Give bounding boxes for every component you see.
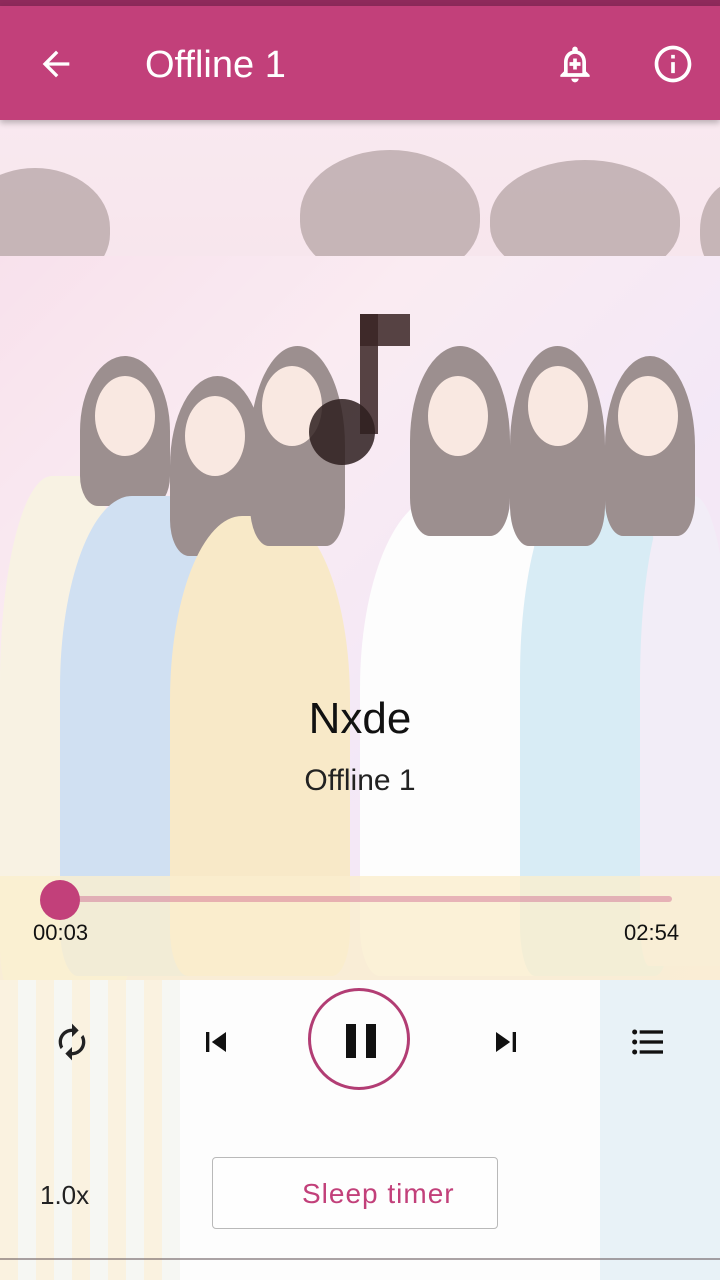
sleep-timer-label: Sleep timer xyxy=(302,1178,455,1209)
info-icon[interactable] xyxy=(651,42,695,86)
arrow-back-icon[interactable] xyxy=(36,44,76,84)
alarm-add-icon[interactable] xyxy=(553,42,597,86)
song-title: Nxde xyxy=(308,694,412,743)
song-playlist: Offline 1 xyxy=(304,764,416,797)
pause-button[interactable] xyxy=(308,988,410,1090)
skip-previous-icon[interactable] xyxy=(196,1022,236,1062)
duration-time: 02:54 xyxy=(624,920,680,945)
app-bar: Offline 1 xyxy=(0,6,720,120)
current-time: 00:03 xyxy=(33,920,89,945)
seek-bar[interactable] xyxy=(60,896,672,902)
pause-icon xyxy=(346,1024,356,1058)
music-note-icon xyxy=(309,314,410,465)
skip-next-icon[interactable] xyxy=(486,1022,526,1062)
bottom-divider xyxy=(0,1258,720,1260)
page-title: Offline 1 xyxy=(145,44,286,86)
moon-icon xyxy=(255,1180,269,1208)
queue-list-icon[interactable] xyxy=(626,1022,670,1062)
sleep-timer-button[interactable]: Sleep timer xyxy=(212,1157,498,1229)
playback-speed[interactable]: 1.0x xyxy=(40,1180,89,1211)
seek-thumb[interactable] xyxy=(40,880,80,920)
repeat-icon[interactable] xyxy=(52,1022,92,1062)
